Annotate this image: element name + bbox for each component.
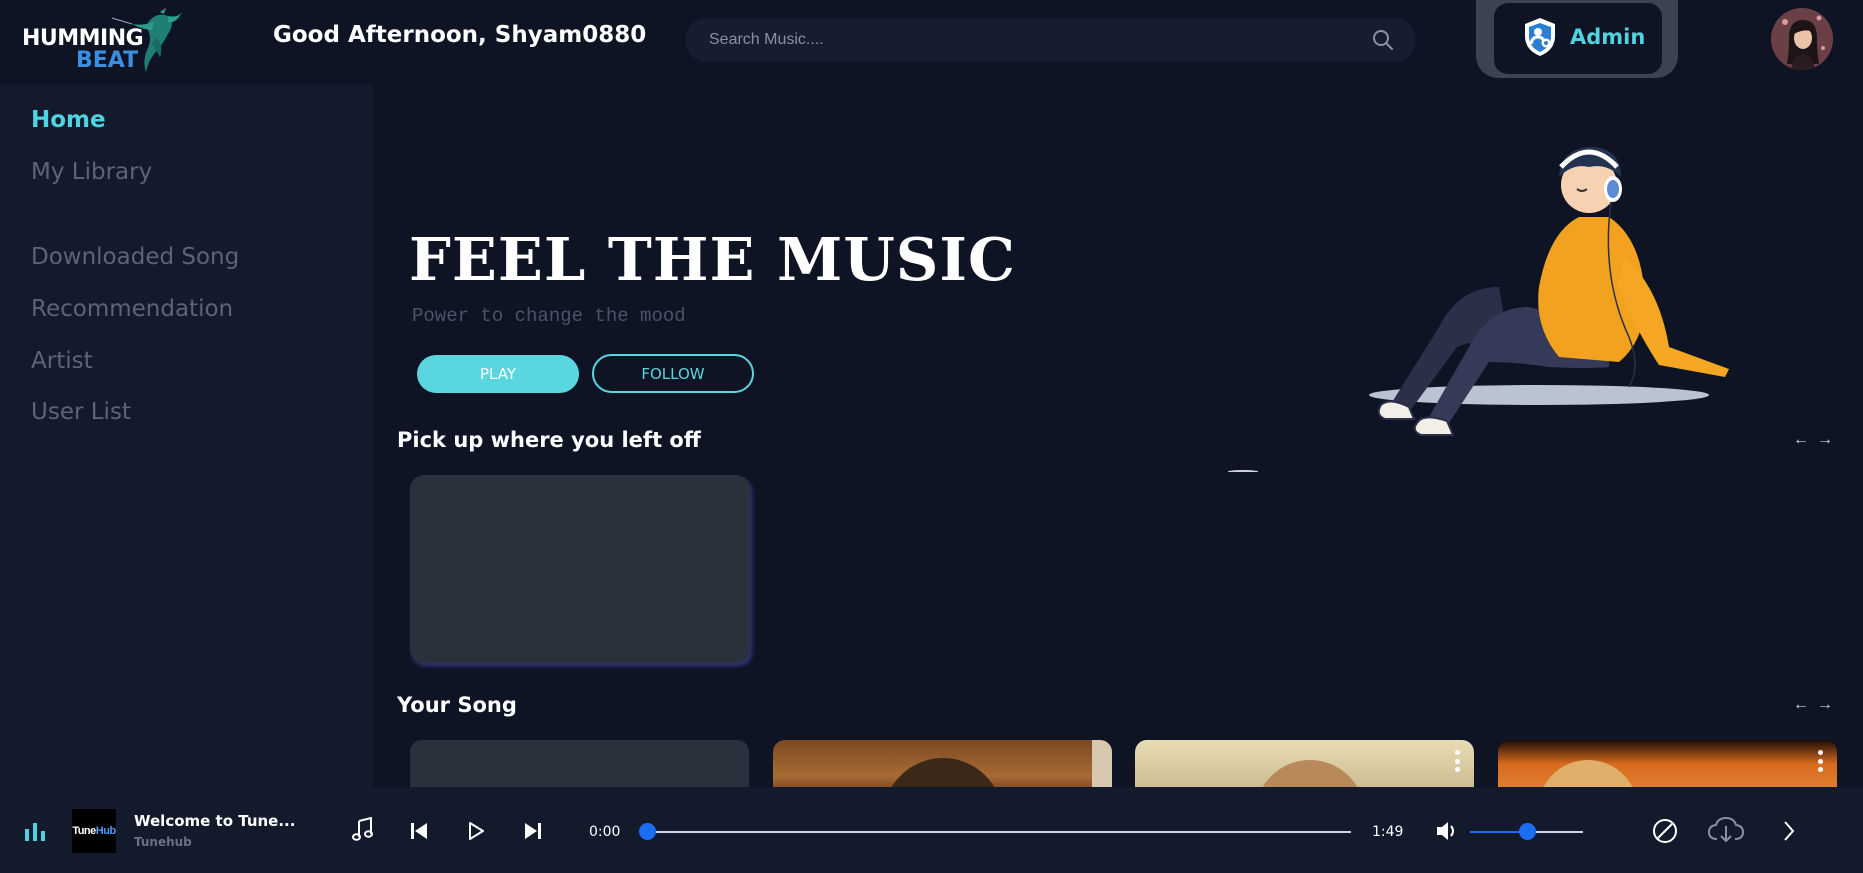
thumbnail-text-hub: Hub bbox=[95, 825, 116, 837]
sidebar-item-recommendation[interactable]: Recommendation bbox=[31, 296, 233, 322]
disable-icon[interactable] bbox=[1652, 818, 1678, 844]
sidebar: Home My Library Downloaded Song Recommen… bbox=[0, 85, 373, 787]
recent-card-placeholder[interactable] bbox=[410, 475, 750, 663]
section-title-recent: Pick up where you left off bbox=[397, 428, 701, 452]
recent-carousel-arrows: ← → bbox=[1793, 432, 1833, 448]
seek-bar[interactable] bbox=[647, 831, 1351, 833]
hero-title: FEEL THE MUSIC bbox=[409, 225, 1016, 294]
section-title-your-song: Your Song bbox=[397, 693, 517, 717]
sidebar-item-artist[interactable]: Artist bbox=[31, 348, 93, 374]
main-content: FEEL THE MUSIC Power to change the mood … bbox=[373, 85, 1863, 787]
search-input[interactable] bbox=[709, 18, 1329, 62]
loading-indicator bbox=[1228, 470, 1258, 473]
next-arrow-icon[interactable]: → bbox=[1817, 697, 1833, 713]
your-song-carousel-arrows: ← → bbox=[1793, 697, 1833, 713]
prev-arrow-icon[interactable]: ← bbox=[1793, 697, 1809, 713]
thumbnail-text-tune: Tune bbox=[72, 825, 96, 837]
duration: 1:49 bbox=[1372, 824, 1404, 840]
equalizer-icon[interactable] bbox=[24, 823, 46, 841]
prev-arrow-icon[interactable]: ← bbox=[1793, 432, 1809, 448]
more-options-icon[interactable] bbox=[1817, 750, 1823, 772]
greeting-text: Good Afternoon, Shyam0880 bbox=[273, 22, 647, 48]
download-cloud-icon[interactable] bbox=[1708, 817, 1744, 843]
app-logo[interactable]: HUMMING BEAT bbox=[20, 8, 182, 76]
track-title: Welcome to Tune... bbox=[134, 812, 296, 830]
track-thumbnail[interactable]: Tune Hub bbox=[72, 809, 116, 853]
previous-track-icon[interactable] bbox=[410, 822, 428, 840]
admin-label: Admin bbox=[1570, 25, 1646, 49]
admin-shield-icon bbox=[1525, 18, 1555, 56]
next-arrow-icon[interactable]: → bbox=[1817, 432, 1833, 448]
sidebar-item-user-list[interactable]: User List bbox=[31, 399, 131, 425]
follow-button[interactable]: FOLLOW bbox=[592, 354, 754, 393]
volume-handle[interactable] bbox=[1518, 823, 1536, 840]
sidebar-item-downloaded-song[interactable]: Downloaded Song bbox=[31, 244, 239, 270]
music-note-icon[interactable] bbox=[352, 817, 374, 841]
sidebar-item-my-library[interactable]: My Library bbox=[31, 159, 152, 185]
player-bar: Tune Hub Welcome to Tune... Tunehub 0:00 … bbox=[0, 787, 1863, 873]
hero-subtitle: Power to change the mood bbox=[412, 305, 686, 327]
play-icon[interactable] bbox=[467, 822, 485, 840]
top-bar: HUMMING BEAT Good Afternoon, Shyam0880 S… bbox=[0, 0, 1863, 85]
admin-button[interactable]: Admin bbox=[1494, 3, 1662, 74]
more-options-icon[interactable] bbox=[1454, 750, 1460, 772]
search-bar[interactable] bbox=[685, 18, 1416, 62]
avatar-image bbox=[1771, 8, 1833, 70]
hummingbird-icon bbox=[111, 8, 182, 73]
volume-icon[interactable] bbox=[1436, 821, 1458, 841]
search-icon[interactable] bbox=[1372, 29, 1394, 51]
current-time: 0:00 bbox=[589, 824, 621, 840]
seek-handle[interactable] bbox=[639, 823, 656, 840]
sidebar-item-home[interactable]: Home bbox=[31, 107, 106, 133]
track-artist: Tunehub bbox=[134, 835, 192, 849]
chevron-right-icon[interactable] bbox=[1783, 821, 1795, 841]
hero-illustration bbox=[1369, 147, 1729, 436]
next-track-icon[interactable] bbox=[524, 822, 542, 840]
user-avatar[interactable] bbox=[1771, 8, 1833, 70]
play-button[interactable]: PLAY bbox=[417, 355, 579, 393]
